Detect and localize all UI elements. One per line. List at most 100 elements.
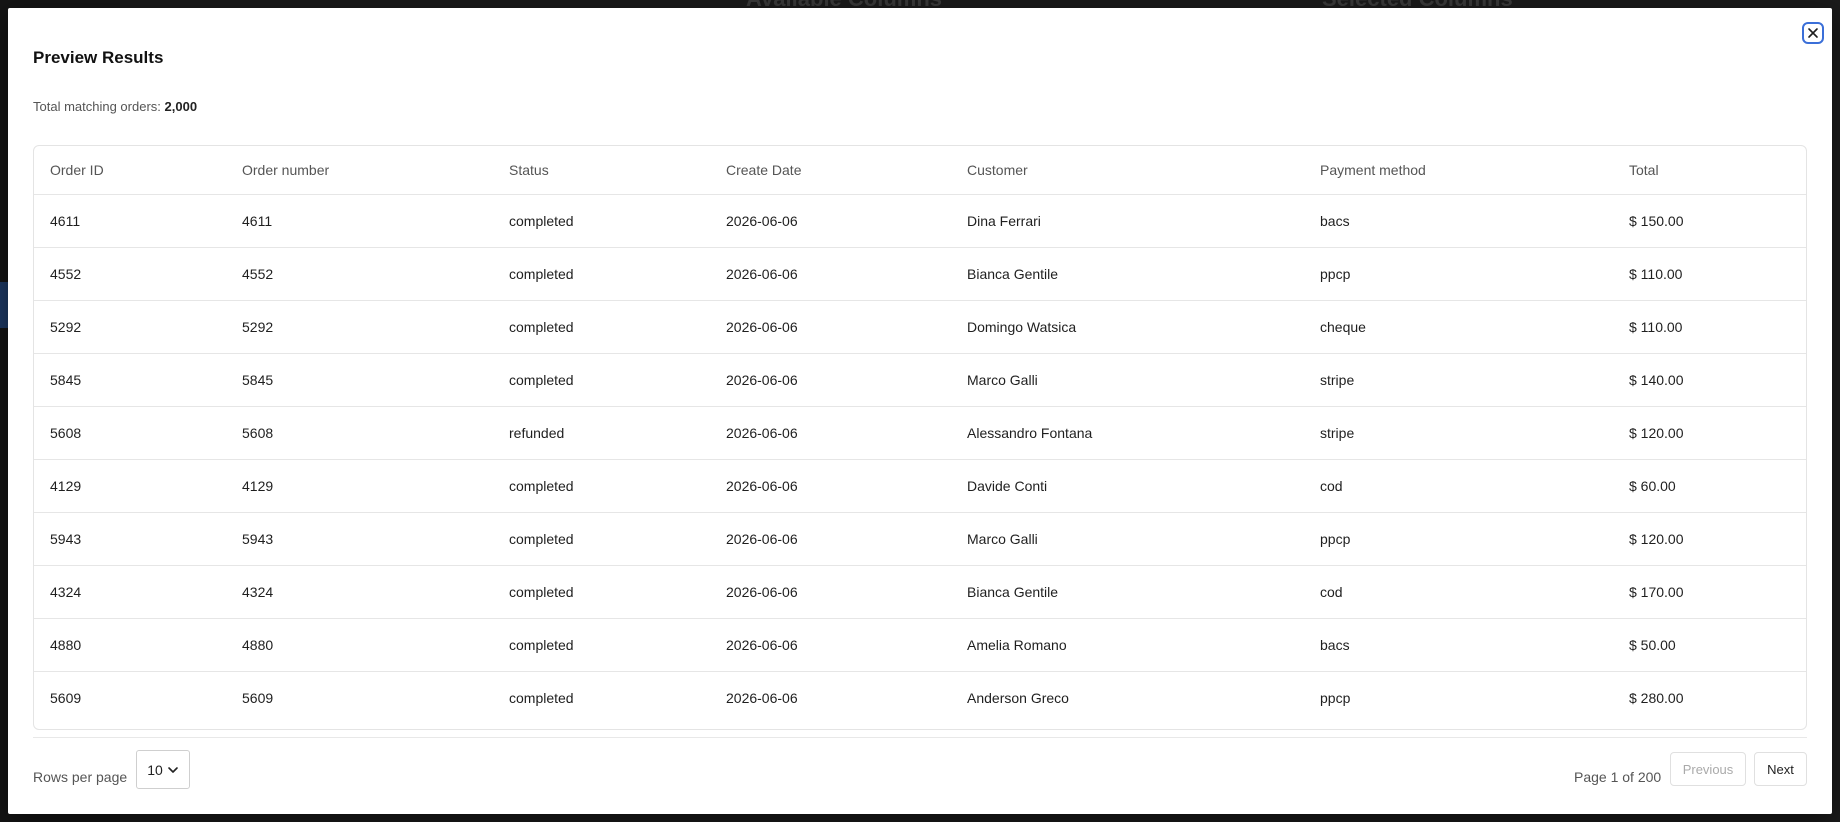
table-row: 4611 4611 completed 2026-06-06 Dina Ferrari b…	[34, 194, 1806, 248]
table-cell: 5609	[242, 690, 274, 706]
table-cell: $ 140.00	[1613, 353, 1806, 407]
table-header-row: Order ID Order number Status Create Date…	[34, 146, 1806, 195]
table-cell: 2026-06-06	[726, 690, 798, 706]
table-row: 4324 4324 completed 2026-06-06 Bianca Gentil…	[34, 565, 1806, 619]
total-matching-summary: Total matching orders: 2,000	[33, 99, 197, 114]
table-row: 5845 5845 completed 2026-06-06 Marco Galli st…	[34, 353, 1806, 407]
table-cell: 4324	[226, 565, 493, 619]
summary-label: Total matching orders:	[33, 99, 161, 114]
table-cell: bacs	[1304, 194, 1613, 248]
table-cell: 2026-06-06	[710, 618, 951, 672]
table-cell: Anderson Greco	[967, 690, 1069, 706]
table-cell: $ 280.00	[1629, 690, 1684, 706]
table-cell: 5608	[34, 406, 226, 460]
table-cell: Marco Galli	[951, 353, 1304, 407]
table-cell: 4552	[34, 247, 226, 301]
table-cell: completed	[493, 194, 710, 248]
column-header[interactable]: Order number	[226, 146, 493, 195]
table-cell: Bianca Gentile	[951, 565, 1304, 619]
table-cell: 2026-06-06	[710, 565, 951, 619]
rows-per-page-label: Rows per page	[33, 769, 128, 785]
table-cell: ppcp	[1320, 690, 1351, 706]
table-cell: Amelia Romano	[951, 618, 1304, 672]
table-row: 4880 4880 completed 2026-06-06 Amelia Romano…	[34, 618, 1806, 672]
table-cell: completed	[493, 618, 710, 672]
table-cell: 4880	[226, 618, 493, 672]
table-cell: 4552	[226, 247, 493, 301]
table-cell: 5292	[34, 300, 226, 354]
table-cell: bacs	[1304, 618, 1613, 672]
table-cell: 2026-06-06	[710, 512, 951, 566]
results-table: Order ID Order number Status Create Date…	[34, 146, 1806, 724]
table-cell: 4611	[34, 194, 226, 248]
table-cell: $ 120.00	[1613, 512, 1806, 566]
table-row: 4129 4129 completed 2026-06-06 Davide Conti c…	[34, 459, 1806, 513]
table-cell: 5943	[34, 512, 226, 566]
table-cell: Domingo Watsica	[951, 300, 1304, 354]
modal-title: Preview Results	[33, 48, 164, 67]
table-cell: stripe	[1304, 353, 1613, 407]
table-cell: cod	[1304, 565, 1613, 619]
table-cell: $ 110.00	[1613, 300, 1806, 354]
table-row: 5609 5609 completed 2026-06-06 Anderson Grec…	[34, 672, 1806, 725]
table-cell: $ 170.00	[1613, 565, 1806, 619]
table-row: 5608 5608 refunded 2026-06-06 Alessandro Fon…	[34, 406, 1806, 460]
table-row: 5943 5943 completed 2026-06-06 Marco Galli pp…	[34, 512, 1806, 566]
previous-button[interactable]: Previous	[1670, 752, 1746, 786]
table-cell: $ 110.00	[1613, 247, 1806, 301]
column-header[interactable]: Status	[493, 146, 710, 195]
close-button[interactable]	[1802, 22, 1824, 44]
column-header[interactable]: Total	[1613, 146, 1806, 195]
table-cell: $ 150.00	[1613, 194, 1806, 248]
table-cell: 2026-06-06	[710, 300, 951, 354]
table-cell: 5845	[34, 353, 226, 407]
table-cell: 2026-06-06	[710, 247, 951, 301]
table-cell: 5608	[226, 406, 493, 460]
table-cell: refunded	[493, 406, 710, 460]
chevron-down-icon	[167, 766, 178, 773]
next-button[interactable]: Next	[1754, 752, 1807, 786]
table-cell: completed	[493, 300, 710, 354]
table-cell: cod	[1304, 459, 1613, 513]
table-cell: ppcp	[1304, 512, 1613, 566]
background-active-item	[0, 282, 8, 328]
footer-divider	[33, 737, 1807, 738]
table-cell: cheque	[1304, 300, 1613, 354]
table-cell: Dina Ferrari	[951, 194, 1304, 248]
table-cell: 5845	[226, 353, 493, 407]
table-cell: Bianca Gentile	[951, 247, 1304, 301]
table-cell: 4129	[226, 459, 493, 513]
table-cell: Marco Galli	[951, 512, 1304, 566]
table-cell: $ 120.00	[1613, 406, 1806, 460]
table-cell: 5292	[226, 300, 493, 354]
table-cell: Alessandro Fontana	[951, 406, 1304, 460]
table-cell: $ 50.00	[1613, 618, 1806, 672]
table-cell: 5943	[226, 512, 493, 566]
table-cell: 5609	[50, 690, 82, 706]
table-cell: 4880	[34, 618, 226, 672]
table-cell: 2026-06-06	[710, 353, 951, 407]
table-cell: 2026-06-06	[710, 406, 951, 460]
table-cell: completed	[493, 512, 710, 566]
table-cell: 4611	[226, 194, 493, 248]
column-header[interactable]: Order ID	[34, 146, 226, 195]
table-cell: 2026-06-06	[710, 194, 951, 248]
preview-results-modal: Preview Results Total matching orders: 2…	[8, 8, 1832, 814]
table-cell: completed	[493, 353, 710, 407]
table-cell: completed	[493, 565, 710, 619]
table-cell: Davide Conti	[951, 459, 1304, 513]
table-cell: completed	[493, 459, 710, 513]
table-cell: ppcp	[1304, 247, 1613, 301]
table-cell: stripe	[1304, 406, 1613, 460]
rows-per-page-value: 10	[147, 761, 163, 778]
column-header[interactable]: Create Date	[710, 146, 951, 195]
page-indicator: Page 1 of 200	[1574, 769, 1662, 785]
results-table-container: Order ID Order number Status Create Date…	[33, 145, 1807, 730]
column-header[interactable]: Payment method	[1304, 146, 1613, 195]
summary-count: 2,000	[164, 99, 198, 114]
rows-per-page-select[interactable]: 10	[136, 750, 190, 789]
table-cell: 2026-06-06	[710, 459, 951, 513]
close-icon	[1808, 28, 1818, 38]
table-row: 5292 5292 completed 2026-06-06 Domingo Watsi…	[34, 300, 1806, 354]
column-header[interactable]: Customer	[951, 146, 1304, 195]
